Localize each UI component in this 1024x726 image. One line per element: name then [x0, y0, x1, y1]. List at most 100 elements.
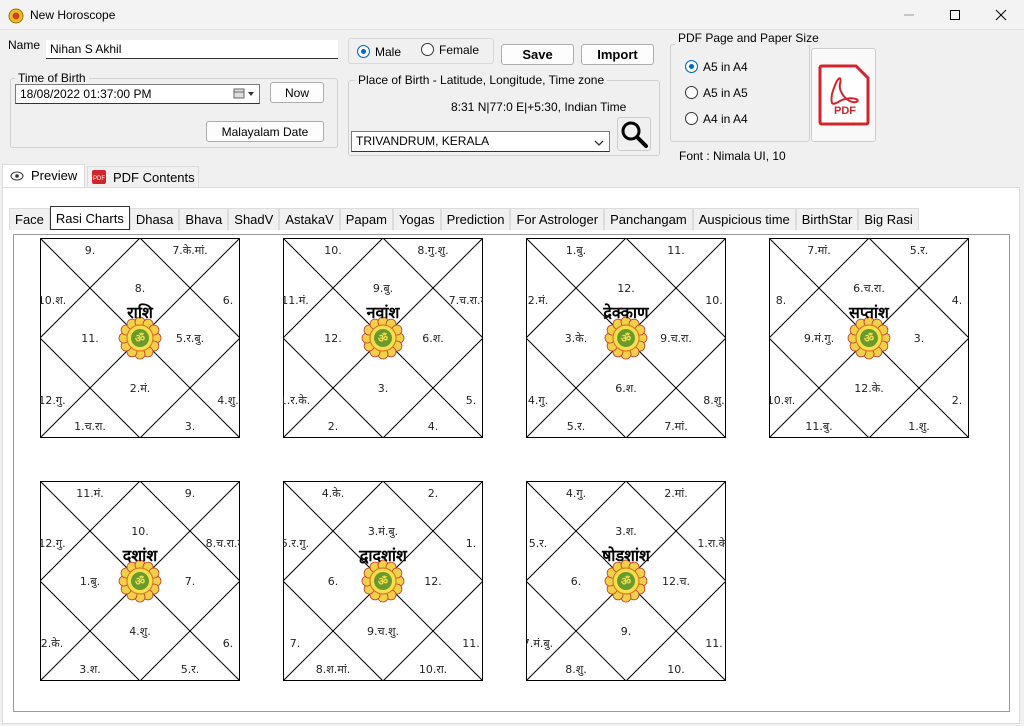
title-bar [0, 0, 1024, 30]
a5-in-a5-radio[interactable] [685, 86, 698, 99]
pdf-icon-label: PDF [834, 105, 856, 117]
house-label: 8.च.रा.मां. [206, 537, 240, 550]
house-label: 1.बु. [566, 244, 586, 257]
female-label[interactable]: Female [439, 43, 479, 57]
house-label: 12.गु. [40, 537, 66, 550]
om-glyph: ॐ [864, 332, 874, 345]
tab-big-rasi[interactable]: Big Rasi [858, 208, 919, 230]
house-label: 3. [378, 382, 389, 395]
a4-in-a4-label[interactable]: A4 in A4 [703, 112, 748, 126]
house-label: 1. [466, 537, 477, 550]
house-label: 3.श. [79, 663, 100, 676]
female-radio[interactable] [421, 43, 434, 56]
house-label: 6. [328, 575, 339, 588]
house-label: 8. [776, 294, 787, 307]
a5-in-a4-label[interactable]: A5 in A4 [703, 60, 748, 74]
tab-face[interactable]: Face [9, 208, 50, 230]
chevron-down-icon[interactable] [594, 136, 604, 150]
house-label: 12. [424, 575, 442, 588]
house-label: 12.च. [662, 575, 690, 588]
house-label: 2.मं. [130, 382, 151, 395]
house-label: 5.र.गु. [283, 537, 309, 550]
tab-astakav[interactable]: AstakaV [279, 208, 340, 230]
house-label: 5. [466, 394, 477, 407]
birth-datetime-input[interactable]: 18/08/2022 01:37:00 PM [15, 84, 260, 104]
place-of-birth-label: Place of Birth - Latitude, Longitude, Ti… [355, 73, 608, 87]
house-label: 6. [223, 637, 234, 650]
a5-in-a4-radio[interactable] [685, 60, 698, 73]
house-label: 11. [667, 244, 685, 257]
house-label: 7. [290, 637, 301, 650]
house-label: 12.के. [854, 382, 883, 395]
house-label: 4. [428, 420, 439, 433]
chart-title: षोडशांश [601, 546, 651, 565]
chart-3: 12. 1.बु. 2.मं. 3.के. 4.गु. 5.र. 6.श. 7.मां. 8.श… [526, 238, 726, 438]
tab-yogas[interactable]: Yogas [392, 208, 441, 230]
house-label: 10.रा. [419, 663, 447, 676]
tab-preview-label: Preview [31, 168, 78, 183]
calendar-dropdown-icon[interactable] [233, 87, 257, 104]
import-button[interactable]: Import [581, 44, 654, 65]
tab-auspicious-time[interactable]: Auspicious time [692, 208, 796, 230]
sub-tab-strip: Face Rasi Charts Dhasa Bhava ShadV Astak… [9, 206, 919, 230]
tab-panchangam[interactable]: Panchangam [604, 208, 693, 230]
house-label: 6.श. [615, 382, 636, 395]
house-label: 8.शु. [565, 663, 586, 676]
a4-in-a4-radio[interactable] [685, 112, 698, 125]
search-place-button[interactable] [617, 117, 651, 151]
a5-in-a5-label[interactable]: A5 in A5 [703, 86, 748, 100]
minimize-button[interactable] [886, 0, 932, 30]
house-label: 1.बु. [80, 575, 100, 588]
house-label: 5.र. [529, 537, 548, 550]
house-label: 7.मां. [807, 244, 830, 257]
house-label: 10. [131, 525, 149, 538]
tab-dhasa[interactable]: Dhasa [129, 208, 180, 230]
tab-prediction[interactable]: Prediction [440, 208, 511, 230]
house-label: 7.के.मां. [172, 244, 207, 257]
house-label: 1.र.के. [283, 394, 310, 407]
tab-rasi-charts[interactable]: Rasi Charts [49, 206, 130, 230]
now-button[interactable]: Now [270, 82, 324, 103]
house-label: 8. [135, 282, 146, 295]
house-label: 9.च.रा. [660, 332, 692, 345]
house-label: 5.र. [567, 420, 586, 433]
male-label[interactable]: Male [375, 45, 401, 59]
house-label: 1.च.रा. [74, 420, 106, 433]
pdf-small-icon: PDF [92, 170, 106, 187]
tab-birthstar[interactable]: BirthStar [795, 208, 859, 230]
house-label: 3.के. [565, 332, 587, 345]
house-label: 3. [914, 332, 925, 345]
chart-title: सप्तांश [848, 303, 890, 322]
tab-for-astrologer[interactable]: For Astrologer [510, 208, 605, 230]
name-input[interactable]: Nihan S Akhil [46, 40, 338, 59]
search-icon [621, 121, 648, 148]
house-label: 12. [617, 282, 635, 295]
house-label: 9.बु. [373, 282, 393, 295]
save-button[interactable]: Save [501, 44, 574, 65]
close-button[interactable] [978, 0, 1024, 30]
male-radio[interactable] [357, 45, 370, 58]
om-glyph: ॐ [378, 575, 388, 588]
house-label: 2. [428, 487, 439, 500]
house-label: 10. [324, 244, 342, 257]
house-label: 5.र. [181, 663, 200, 676]
place-select[interactable]: TRIVANDRUM, KERALA [351, 131, 610, 152]
house-label: 9. [185, 487, 196, 500]
pdf-button[interactable] [811, 48, 876, 142]
malayalam-date-button[interactable]: Malayalam Date [206, 121, 324, 142]
tab-papam[interactable]: Papam [339, 208, 393, 230]
chart-6: 3.मं.बु. 4.के. 5.र.गु. 6. 7. 8.श.मां. 9.च.शु. 1… [283, 481, 483, 681]
om-glyph: ॐ [135, 575, 145, 588]
house-label: 2.के. [41, 637, 63, 650]
house-label: 7.च.रा.मां. [449, 294, 483, 307]
window-title: New Horoscope [30, 8, 116, 22]
tab-shadv[interactable]: ShadV [228, 208, 280, 230]
house-label: 3. [185, 420, 196, 433]
house-label: 8.श.मां. [316, 663, 350, 676]
maximize-button[interactable] [932, 0, 978, 30]
app-icon [8, 8, 24, 24]
tab-bhava[interactable]: Bhava [179, 208, 229, 230]
om-glyph: ॐ [621, 332, 631, 345]
house-label: 12.गु. [40, 394, 66, 407]
house-label: 8.गु.शु. [417, 244, 448, 257]
